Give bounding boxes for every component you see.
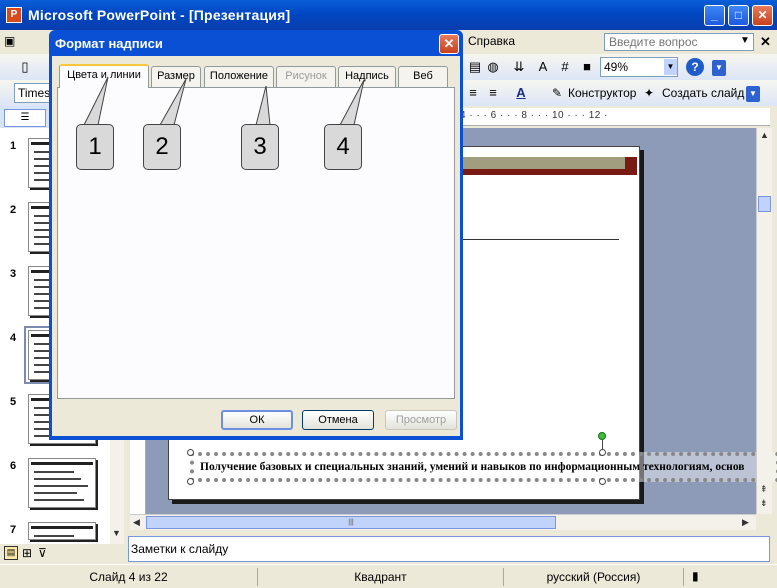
resize-handle[interactable] (187, 478, 194, 485)
new-slide-button[interactable]: Создать слайд (662, 86, 744, 100)
chevron-down-icon[interactable]: ▼ (740, 35, 750, 46)
maximize-button[interactable]: □ (728, 5, 749, 26)
expand-icon[interactable]: ⇊ (510, 58, 528, 76)
help-icon[interactable]: ? (686, 58, 704, 76)
minimize-button[interactable]: _ (704, 5, 725, 26)
thumbnail-text-line (34, 499, 84, 501)
scroll-down-icon[interactable]: ▼ (112, 528, 121, 538)
dialog-close-button[interactable]: ✕ (439, 34, 459, 54)
next-slide-icon[interactable]: ⇟ (760, 498, 768, 509)
scroll-thumb[interactable] (758, 196, 771, 212)
insert-chart-icon[interactable]: ▤ (466, 58, 484, 76)
tab-position[interactable]: Положение (204, 66, 274, 87)
document-icon[interactable]: ▣ (4, 34, 15, 48)
window-title: Microsoft PowerPoint - [Презентация] (28, 7, 291, 23)
resize-handle[interactable] (599, 478, 606, 485)
status-slide-number: Слайд 4 из 22 (0, 568, 258, 586)
font-color-icon[interactable]: A (512, 84, 530, 102)
tab-size[interactable]: Размер (151, 66, 201, 87)
callout-2: 2 (143, 124, 181, 170)
thumbnail-title-bar (31, 462, 93, 465)
close-button[interactable]: ✕ (752, 5, 773, 26)
scroll-left-icon[interactable]: ◀ (133, 517, 140, 528)
status-design: Квадрант (258, 568, 504, 586)
resize-handle[interactable] (187, 449, 194, 456)
cancel-button[interactable]: Отмена (302, 410, 374, 430)
horizontal-scrollbar[interactable]: ◀ ||| ▶ (130, 514, 756, 530)
scroll-right-icon[interactable]: ▶ (742, 517, 749, 528)
slide-thumbnail-number: 7 (10, 524, 17, 536)
title-bar: P Microsoft PowerPoint - [Презентация] _… (0, 0, 777, 30)
slide-thumbnail-number: 6 (10, 460, 17, 472)
view-buttons: ▤ ⊞ ⊽ (0, 544, 124, 562)
thumbnail-text-line (34, 535, 74, 537)
powerpoint-icon[interactable]: P (6, 7, 22, 23)
align-right-icon[interactable]: ≡ (484, 84, 502, 102)
text-direction-icon[interactable]: A (534, 58, 552, 76)
callout-4: 4 (324, 124, 362, 170)
menu-help[interactable]: Справка (468, 34, 515, 48)
tab-outline[interactable]: ☰ (4, 109, 46, 127)
help-search-input[interactable] (604, 33, 754, 51)
thumbnail-title-bar (31, 526, 93, 529)
notes-pane[interactable]: Заметки к слайду (128, 536, 770, 562)
thumbnail-text-line (34, 478, 81, 480)
ruler-ticks: 4 · · · 6 · · · 8 · · · 10 · · · 12 · (460, 110, 608, 121)
slide-thumbnail-number: 1 (10, 140, 17, 152)
slide-thumbnail[interactable] (28, 522, 96, 540)
scroll-up-icon[interactable]: ▲ (760, 130, 769, 140)
slide-thumbnail-number: 5 (10, 396, 17, 408)
thumbnail-text-line (34, 492, 77, 494)
new-document-icon[interactable]: ▯ (16, 58, 34, 76)
thumbnail-text-line (34, 471, 74, 473)
resize-handle[interactable] (599, 449, 606, 456)
chevron-down-icon[interactable]: ▼ (664, 59, 677, 75)
slide-accent-block (625, 157, 637, 175)
scroll-thumb[interactable]: ||| (146, 516, 556, 529)
slide-thumbnail-number: 2 (10, 204, 17, 216)
align-left-icon[interactable]: ≡ (464, 84, 482, 102)
tab-textbox[interactable]: Надпись (338, 66, 396, 87)
spelling-icon: ▮ (692, 569, 699, 583)
tab-picture: Рисунок (276, 66, 336, 87)
callout-3: 3 (241, 124, 279, 170)
rotate-handle[interactable] (598, 432, 606, 440)
globe-icon[interactable]: ◍ (484, 58, 502, 76)
thumbnail-text-line (34, 485, 88, 487)
toolbar-options-icon[interactable]: ▼ (712, 60, 726, 76)
textbox-content[interactable]: Получение базовых и специальных знаний, … (200, 461, 756, 473)
grid-icon[interactable]: # (556, 58, 574, 76)
toolbar-options-icon[interactable]: ▼ (746, 86, 760, 102)
status-language: русский (Россия) (504, 568, 684, 586)
slide-thumbnail-number: 3 (10, 268, 17, 280)
tab-web[interactable]: Веб (398, 66, 448, 87)
tab-colors-lines[interactable]: Цвета и линии (59, 64, 149, 88)
dialog-title: Формат надписи (55, 36, 163, 51)
color-icon[interactable]: ■ (578, 58, 596, 76)
ok-button[interactable]: ОК (221, 410, 293, 430)
document-close-icon[interactable]: ✕ (760, 34, 771, 50)
vertical-scrollbar[interactable]: ▲ ⇞ ⇟ (756, 128, 772, 514)
slide-show-icon[interactable]: ⊽ (38, 546, 47, 560)
designer-button[interactable]: Конструктор (568, 86, 636, 100)
slide-thumbnail-number: 4 (10, 332, 17, 344)
previous-slide-icon[interactable]: ⇞ (760, 484, 768, 495)
preview-button: Просмотр (385, 410, 457, 430)
slide-thumbnail[interactable] (28, 458, 96, 508)
normal-view-icon[interactable]: ▤ (4, 546, 18, 560)
callout-1: 1 (76, 124, 114, 170)
status-bar: Слайд 4 из 22 Квадрант русский (Россия) … (0, 564, 777, 588)
slide-sorter-icon[interactable]: ⊞ (22, 546, 32, 560)
design-icon[interactable]: ✎ (552, 86, 562, 100)
font-select[interactable]: Times (14, 83, 50, 103)
new-slide-icon[interactable]: ✦ (644, 86, 654, 100)
